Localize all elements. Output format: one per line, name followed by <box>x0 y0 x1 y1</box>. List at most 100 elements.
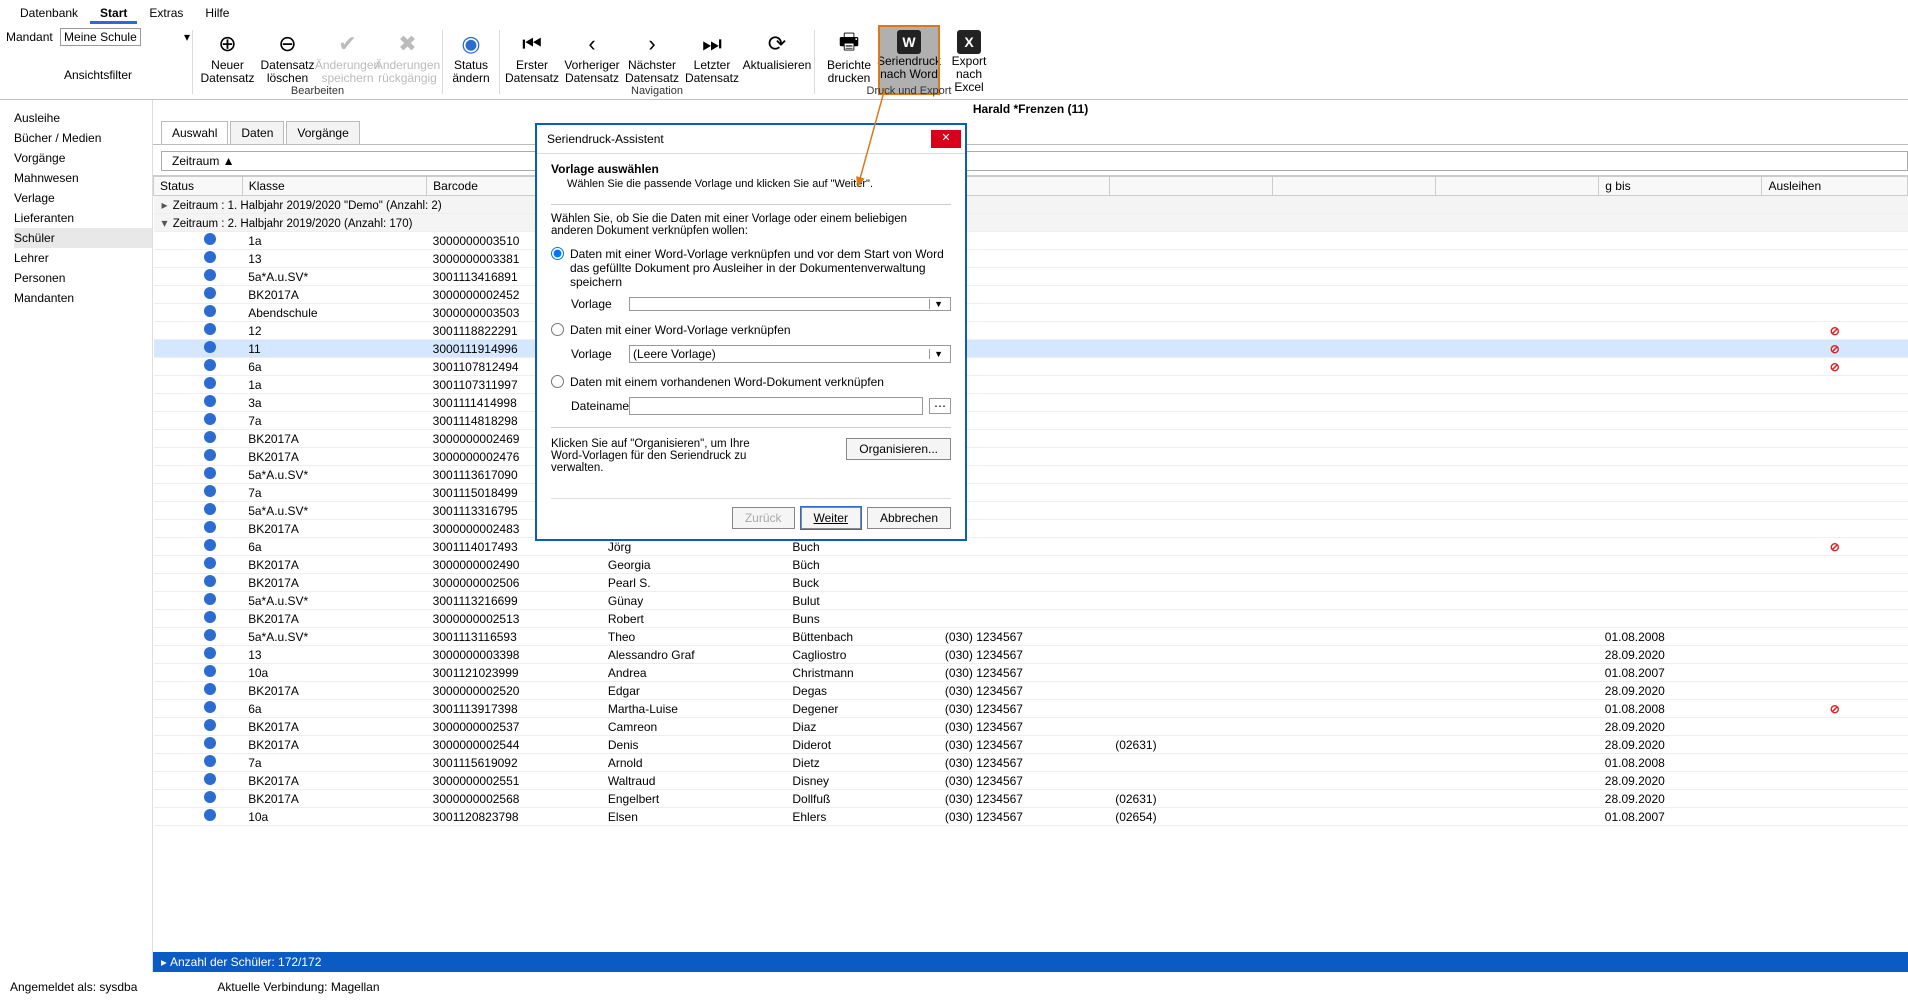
table-row[interactable]: 133000000003398Alessandro GrafCagliostro… <box>154 646 1908 664</box>
target-icon: ◉ <box>457 30 485 58</box>
status-dot-icon <box>204 413 216 425</box>
table-row[interactable]: 7a3001115018499TheklaBritz <box>154 484 1908 502</box>
sidenav-item-mandanten[interactable]: Mandanten <box>14 288 152 308</box>
table-row[interactable]: BK2017A3000000002537CamreonDiaz(030) 123… <box>154 718 1908 736</box>
group-row[interactable]: ▸ Zeitraum : 1. Halbjahr 2019/2020 "Demo… <box>154 196 1908 214</box>
weiter-button[interactable]: Weiter <box>801 507 861 529</box>
sidenav-item-mahnwesen[interactable]: Mahnwesen <box>14 168 152 188</box>
opt3-radio[interactable] <box>551 375 564 388</box>
naechster-datensatz-button[interactable]: ›NächsterDatensatz <box>622 26 682 85</box>
table-wrap[interactable]: Status Klasse Barcode Vorname Nach… g bi… <box>153 175 1908 952</box>
table-row[interactable]: 6a3001107812494Luise*Got⊘ <box>154 358 1908 376</box>
abbrechen-button[interactable]: Abbrechen <box>867 507 951 529</box>
word-icon: W <box>897 30 921 54</box>
sidenav-item-verlage[interactable]: Verlage <box>14 188 152 208</box>
organisieren-button[interactable]: Organisieren... <box>846 438 951 460</box>
dialog-title: Seriendruck-Assistent <box>547 132 664 146</box>
erster-datensatz-button[interactable]: ⏮ErsterDatensatz <box>502 26 562 85</box>
seriendruck-word-button[interactable]: WSeriendrucknach Word <box>879 26 939 94</box>
menu-datenbank[interactable]: Datenbank <box>10 4 88 24</box>
group-row[interactable]: ▾ Zeitraum : 2. Halbjahr 2019/2020 (Anza… <box>154 214 1908 232</box>
dateiname-input[interactable] <box>629 397 923 415</box>
table-row[interactable]: 133000000003381Ludwig*Bör <box>154 250 1908 268</box>
table-row[interactable]: BK2017A3000000002544DenisDiderot(030) 12… <box>154 736 1908 754</box>
status-dot-icon <box>204 809 216 821</box>
vorlage2-label: Vorlage <box>571 347 623 361</box>
table-row[interactable]: 1a3001107311997Emma*Niel <box>154 376 1908 394</box>
col-klasse[interactable]: Klasse <box>242 177 426 196</box>
sidenav-item-ausleihe[interactable]: Ausleihe <box>14 108 152 128</box>
warn-icon: ⊘ <box>1830 360 1840 374</box>
status-dot-icon <box>204 359 216 371</box>
tab-bar: Auswahl Daten Vorgänge <box>153 121 1908 145</box>
col-status[interactable]: Status <box>154 177 243 196</box>
sidenav-item-lieferanten[interactable]: Lieferanten <box>14 208 152 228</box>
table-row[interactable]: 5a*A.u.SV*3001113416891Karl*Dul <box>154 268 1908 286</box>
table-row[interactable]: 5a*A.u.SV*3001113316795SolveigBritzl <box>154 502 1908 520</box>
table-row[interactable]: 1a3000000003510Elena**So <box>154 232 1908 250</box>
aktualisieren-button[interactable]: ⟳Aktualisieren <box>742 26 812 85</box>
table-row[interactable]: BK2017A3000000002513RobertBuns <box>154 610 1908 628</box>
table-row[interactable]: 6a3001113917398Martha-LuiseDegener(030) … <box>154 700 1908 718</box>
opt1-radio[interactable] <box>551 247 564 260</box>
table-row[interactable]: 10a3001120823798ElsenEhlers(030) 1234567… <box>154 808 1908 826</box>
table-row[interactable]: 123001118822291Mario*Elln⊘ <box>154 322 1908 340</box>
table-row[interactable]: BK2017A3000000002506Pearl S.Buck <box>154 574 1908 592</box>
vorlage1-label: Vorlage <box>571 297 623 311</box>
status-dot-icon <box>204 683 216 695</box>
sidenav-item-vorg-nge[interactable]: Vorgänge <box>14 148 152 168</box>
excel-icon: X <box>957 30 981 54</box>
neuer-datensatz-button[interactable]: ⊕NeuerDatensatz <box>198 26 258 85</box>
sidenav-item-sch-ler[interactable]: Schüler <box>14 228 152 248</box>
export-excel-button[interactable]: XExportnach Excel <box>939 26 999 94</box>
table-row[interactable]: BK2017A3000000002551WaltraudDisney(030) … <box>154 772 1908 790</box>
vorlage2-combo[interactable]: (Leere Vorlage)▼ <box>629 345 951 363</box>
table-row[interactable]: BK2017A3000000002483FilippoBrun <box>154 520 1908 538</box>
col-ausleihen[interactable]: Ausleihen <box>1762 177 1908 196</box>
status-dot-icon <box>204 269 216 281</box>
table-row[interactable]: 10a3001121023999AndreaChristmann(030) 12… <box>154 664 1908 682</box>
aenderungen-rueckgaengig-button[interactable]: ✖Änderungenrückgängig <box>378 26 438 85</box>
table-row[interactable]: BK2017A3000000002452Monika*Ehr <box>154 286 1908 304</box>
table-row[interactable]: BK2017A3000000002520EdgarDegas(030) 1234… <box>154 682 1908 700</box>
aenderungen-speichern-button[interactable]: ✔Änderungenspeichern <box>318 26 378 85</box>
tab-daten[interactable]: Daten <box>230 121 284 144</box>
tab-auswahl[interactable]: Auswahl <box>161 121 228 144</box>
table-row[interactable]: 7a3001115619092ArnoldDietz(030) 12345670… <box>154 754 1908 772</box>
status-aendern-button[interactable]: ◉Statusändern <box>445 26 497 99</box>
chevron-down-icon: ▼ <box>929 299 947 309</box>
table-row[interactable]: BK2017A3000000002469FraukeArp <box>154 430 1908 448</box>
sidenav-item-lehrer[interactable]: Lehrer <box>14 248 152 268</box>
sidenav-item-personen[interactable]: Personen <box>14 268 152 288</box>
status-dot-icon <box>204 791 216 803</box>
table-row[interactable]: 113000111914996Harald*Fre⊘ <box>154 340 1908 358</box>
close-button[interactable]: ✕ <box>931 130 961 148</box>
table-row[interactable]: Abendschule3000000003503Monika*Ehr <box>154 304 1908 322</box>
menu-start[interactable]: Start <box>90 4 137 24</box>
tab-vorgaenge[interactable]: Vorgänge <box>286 121 359 144</box>
menu-extras[interactable]: Extras <box>139 4 193 24</box>
sidenav-item-b-cher-medien[interactable]: Bücher / Medien <box>14 128 152 148</box>
table-row[interactable]: BK2017A3000000002568EngelbertDollfuß(030… <box>154 790 1908 808</box>
vorheriger-datensatz-button[interactable]: ‹VorherigerDatensatz <box>562 26 622 85</box>
table-row[interactable]: 5a*A.u.SV*3001113116593TheoBüttenbach(03… <box>154 628 1908 646</box>
table-row[interactable]: 3a3001111414998Elke*Ter <box>154 394 1908 412</box>
col-gbis[interactable]: g bis <box>1599 177 1762 196</box>
browse-button[interactable]: ⋯ <box>929 398 951 414</box>
mandant-select[interactable]: Meine Schule ▾ <box>60 28 141 46</box>
table-row[interactable]: BK2017A3000000002476ManuelAzan <box>154 448 1908 466</box>
table-row[interactable]: BK2017A3000000002490GeorgiaBüch <box>154 556 1908 574</box>
opt2-radio[interactable] <box>551 323 564 336</box>
zeitraum-sort-button[interactable]: Zeitraum ▲ <box>161 151 1908 171</box>
berichte-drucken-button[interactable]: 🖶Berichtedrucken <box>819 26 879 94</box>
vorlage1-combo[interactable]: ▼ <box>629 297 951 311</box>
letzter-datensatz-button[interactable]: ⏭LetzterDatensatz <box>682 26 742 85</box>
menu-hilfe[interactable]: Hilfe <box>195 4 239 24</box>
group-druck-label: Druck und Export <box>817 85 1001 97</box>
table-row[interactable]: 6a3001114017493JörgBuch⊘ <box>154 538 1908 556</box>
table-row[interactable]: 5a*A.u.SV*3001113216699GünayBulut <box>154 592 1908 610</box>
table-row[interactable]: 7a3001114818298Wanda*Wü <box>154 412 1908 430</box>
table-row[interactable]: 5a*A.u.SV*3001113617090AndreaBlum <box>154 466 1908 484</box>
status-connection: Aktuelle Verbindung: Magellan <box>217 980 379 994</box>
datensatz-loeschen-button[interactable]: ⊖Datensatzlöschen <box>258 26 318 85</box>
